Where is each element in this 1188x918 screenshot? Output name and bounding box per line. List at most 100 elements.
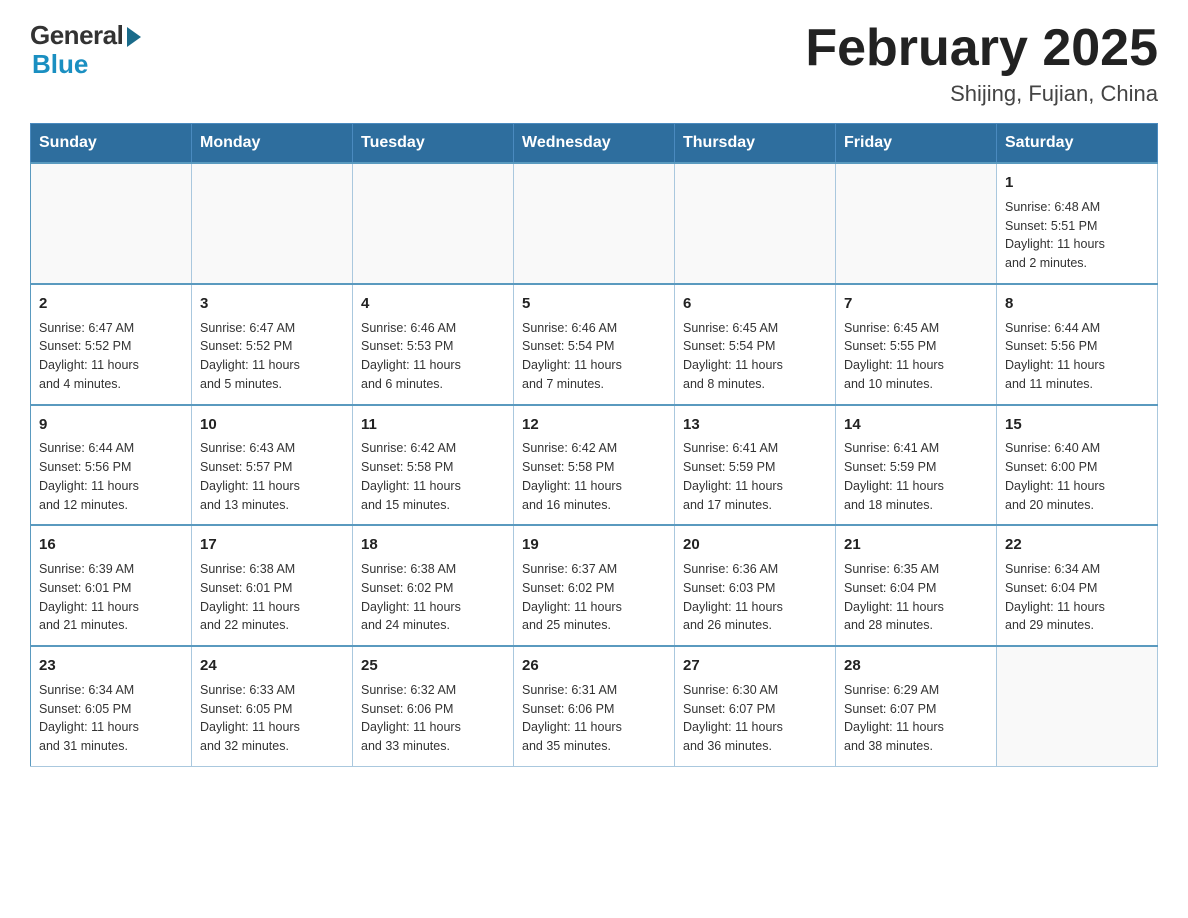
- day-number: 2: [39, 293, 183, 315]
- day-info: Sunrise: 6:36 AM Sunset: 6:03 PM Dayligh…: [683, 560, 827, 635]
- calendar-day-cell: 12 Sunrise: 6:42 AM Sunset: 5:58 PM Dayli…: [514, 405, 675, 526]
- logo: General Blue: [30, 20, 141, 80]
- day-info: Sunrise: 6:41 AM Sunset: 5:59 PM Dayligh…: [844, 439, 988, 514]
- day-info: Sunrise: 6:30 AM Sunset: 6:07 PM Dayligh…: [683, 681, 827, 756]
- day-number: 24: [200, 655, 344, 677]
- day-info: Sunrise: 6:38 AM Sunset: 6:02 PM Dayligh…: [361, 560, 505, 635]
- day-info: Sunrise: 6:42 AM Sunset: 5:58 PM Dayligh…: [522, 439, 666, 514]
- calendar-day-cell: [353, 163, 514, 284]
- calendar-day-cell: [31, 163, 192, 284]
- weekday-header-saturday: Saturday: [997, 124, 1158, 164]
- day-info: Sunrise: 6:44 AM Sunset: 5:56 PM Dayligh…: [1005, 319, 1149, 394]
- calendar-day-cell: 17Sunrise: 6:38 AM Sunset: 6:01 PM Dayli…: [192, 525, 353, 646]
- day-info: Sunrise: 6:46 AM Sunset: 5:53 PM Dayligh…: [361, 319, 505, 394]
- day-info: Sunrise: 6:34 AM Sunset: 6:04 PM Dayligh…: [1005, 560, 1149, 635]
- calendar-day-cell: 23 Sunrise: 6:34 AM Sunset: 6:05 PM Dayli…: [31, 646, 192, 766]
- calendar-day-cell: 26 Sunrise: 6:31 AM Sunset: 6:06 PM Dayli…: [514, 646, 675, 766]
- calendar-day-cell: 16 Sunrise: 6:39 AM Sunset: 6:01 PM Dayli…: [31, 525, 192, 646]
- calendar-day-cell: 22 Sunrise: 6:34 AM Sunset: 6:04 PM Dayli…: [997, 525, 1158, 646]
- day-number: 3: [200, 293, 344, 315]
- day-number: 11: [361, 414, 505, 436]
- calendar-day-cell: [192, 163, 353, 284]
- page-header: General Blue February 2025 Shijing, Fuji…: [30, 20, 1158, 107]
- day-number: 18: [361, 534, 505, 556]
- calendar-day-cell: 8Sunrise: 6:44 AM Sunset: 5:56 PM Daylig…: [997, 284, 1158, 405]
- calendar-week-row: 23 Sunrise: 6:34 AM Sunset: 6:05 PM Dayli…: [31, 646, 1158, 766]
- calendar-day-cell: 5 Sunrise: 6:46 AM Sunset: 5:54 PM Daylig…: [514, 284, 675, 405]
- day-number: 16: [39, 534, 183, 556]
- calendar-day-cell: 9 Sunrise: 6:44 AM Sunset: 5:56 PM Daylig…: [31, 405, 192, 526]
- day-info: Sunrise: 6:46 AM Sunset: 5:54 PM Dayligh…: [522, 319, 666, 394]
- calendar-day-cell: 6 Sunrise: 6:45 AM Sunset: 5:54 PM Daylig…: [675, 284, 836, 405]
- calendar-day-cell: 19 Sunrise: 6:37 AM Sunset: 6:02 PM Dayli…: [514, 525, 675, 646]
- day-number: 26: [522, 655, 666, 677]
- day-number: 14: [844, 414, 988, 436]
- day-number: 10: [200, 414, 344, 436]
- calendar-day-cell: [675, 163, 836, 284]
- calendar-week-row: 16 Sunrise: 6:39 AM Sunset: 6:01 PM Dayli…: [31, 525, 1158, 646]
- day-info: Sunrise: 6:47 AM Sunset: 5:52 PM Dayligh…: [39, 319, 183, 394]
- calendar-day-cell: 28 Sunrise: 6:29 AM Sunset: 6:07 PM Dayli…: [836, 646, 997, 766]
- calendar-day-cell: 3Sunrise: 6:47 AM Sunset: 5:52 PM Daylig…: [192, 284, 353, 405]
- day-info: Sunrise: 6:40 AM Sunset: 6:00 PM Dayligh…: [1005, 439, 1149, 514]
- month-title: February 2025: [805, 20, 1158, 77]
- day-info: Sunrise: 6:39 AM Sunset: 6:01 PM Dayligh…: [39, 560, 183, 635]
- day-number: 15: [1005, 414, 1149, 436]
- day-number: 4: [361, 293, 505, 315]
- weekday-header-monday: Monday: [192, 124, 353, 164]
- day-number: 1: [1005, 172, 1149, 194]
- day-number: 13: [683, 414, 827, 436]
- logo-blue-text: Blue: [32, 49, 88, 80]
- calendar-week-row: 9 Sunrise: 6:44 AM Sunset: 5:56 PM Daylig…: [31, 405, 1158, 526]
- title-section: February 2025 Shijing, Fujian, China: [805, 20, 1158, 107]
- day-info: Sunrise: 6:45 AM Sunset: 5:54 PM Dayligh…: [683, 319, 827, 394]
- day-info: Sunrise: 6:43 AM Sunset: 5:57 PM Dayligh…: [200, 439, 344, 514]
- day-info: Sunrise: 6:29 AM Sunset: 6:07 PM Dayligh…: [844, 681, 988, 756]
- calendar-day-cell: 15 Sunrise: 6:40 AM Sunset: 6:00 PM Dayli…: [997, 405, 1158, 526]
- day-number: 20: [683, 534, 827, 556]
- calendar-day-cell: 4 Sunrise: 6:46 AM Sunset: 5:53 PM Daylig…: [353, 284, 514, 405]
- calendar-day-cell: 24 Sunrise: 6:33 AM Sunset: 6:05 PM Dayli…: [192, 646, 353, 766]
- calendar-day-cell: 21 Sunrise: 6:35 AM Sunset: 6:04 PM Dayli…: [836, 525, 997, 646]
- weekday-header-sunday: Sunday: [31, 124, 192, 164]
- day-info: Sunrise: 6:48 AM Sunset: 5:51 PM Dayligh…: [1005, 198, 1149, 273]
- logo-general-text: General: [30, 20, 123, 51]
- calendar-day-cell: [514, 163, 675, 284]
- calendar-day-cell: 18 Sunrise: 6:38 AM Sunset: 6:02 PM Dayli…: [353, 525, 514, 646]
- day-number: 25: [361, 655, 505, 677]
- day-info: Sunrise: 6:37 AM Sunset: 6:02 PM Dayligh…: [522, 560, 666, 635]
- day-number: 19: [522, 534, 666, 556]
- weekday-header-wednesday: Wednesday: [514, 124, 675, 164]
- calendar-day-cell: 2 Sunrise: 6:47 AM Sunset: 5:52 PM Daylig…: [31, 284, 192, 405]
- day-number: 9: [39, 414, 183, 436]
- day-info: Sunrise: 6:33 AM Sunset: 6:05 PM Dayligh…: [200, 681, 344, 756]
- day-number: 12: [522, 414, 666, 436]
- calendar-day-cell: 13Sunrise: 6:41 AM Sunset: 5:59 PM Dayli…: [675, 405, 836, 526]
- day-number: 28: [844, 655, 988, 677]
- day-info: Sunrise: 6:32 AM Sunset: 6:06 PM Dayligh…: [361, 681, 505, 756]
- day-info: Sunrise: 6:44 AM Sunset: 5:56 PM Dayligh…: [39, 439, 183, 514]
- calendar-day-cell: [997, 646, 1158, 766]
- day-number: 23: [39, 655, 183, 677]
- weekday-header-row: SundayMondayTuesdayWednesdayThursdayFrid…: [31, 124, 1158, 164]
- calendar-day-cell: [836, 163, 997, 284]
- day-number: 6: [683, 293, 827, 315]
- day-number: 22: [1005, 534, 1149, 556]
- calendar-week-row: 2 Sunrise: 6:47 AM Sunset: 5:52 PM Daylig…: [31, 284, 1158, 405]
- day-number: 7: [844, 293, 988, 315]
- day-info: Sunrise: 6:35 AM Sunset: 6:04 PM Dayligh…: [844, 560, 988, 635]
- calendar-week-row: 1 Sunrise: 6:48 AM Sunset: 5:51 PM Daylig…: [31, 163, 1158, 284]
- day-info: Sunrise: 6:34 AM Sunset: 6:05 PM Dayligh…: [39, 681, 183, 756]
- day-number: 27: [683, 655, 827, 677]
- weekday-header-friday: Friday: [836, 124, 997, 164]
- location-title: Shijing, Fujian, China: [805, 81, 1158, 107]
- day-info: Sunrise: 6:31 AM Sunset: 6:06 PM Dayligh…: [522, 681, 666, 756]
- calendar-day-cell: 11 Sunrise: 6:42 AM Sunset: 5:58 PM Dayli…: [353, 405, 514, 526]
- calendar-day-cell: 14 Sunrise: 6:41 AM Sunset: 5:59 PM Dayli…: [836, 405, 997, 526]
- day-number: 17: [200, 534, 344, 556]
- calendar-day-cell: 1 Sunrise: 6:48 AM Sunset: 5:51 PM Daylig…: [997, 163, 1158, 284]
- day-info: Sunrise: 6:42 AM Sunset: 5:58 PM Dayligh…: [361, 439, 505, 514]
- day-number: 21: [844, 534, 988, 556]
- day-number: 5: [522, 293, 666, 315]
- calendar-day-cell: 7Sunrise: 6:45 AM Sunset: 5:55 PM Daylig…: [836, 284, 997, 405]
